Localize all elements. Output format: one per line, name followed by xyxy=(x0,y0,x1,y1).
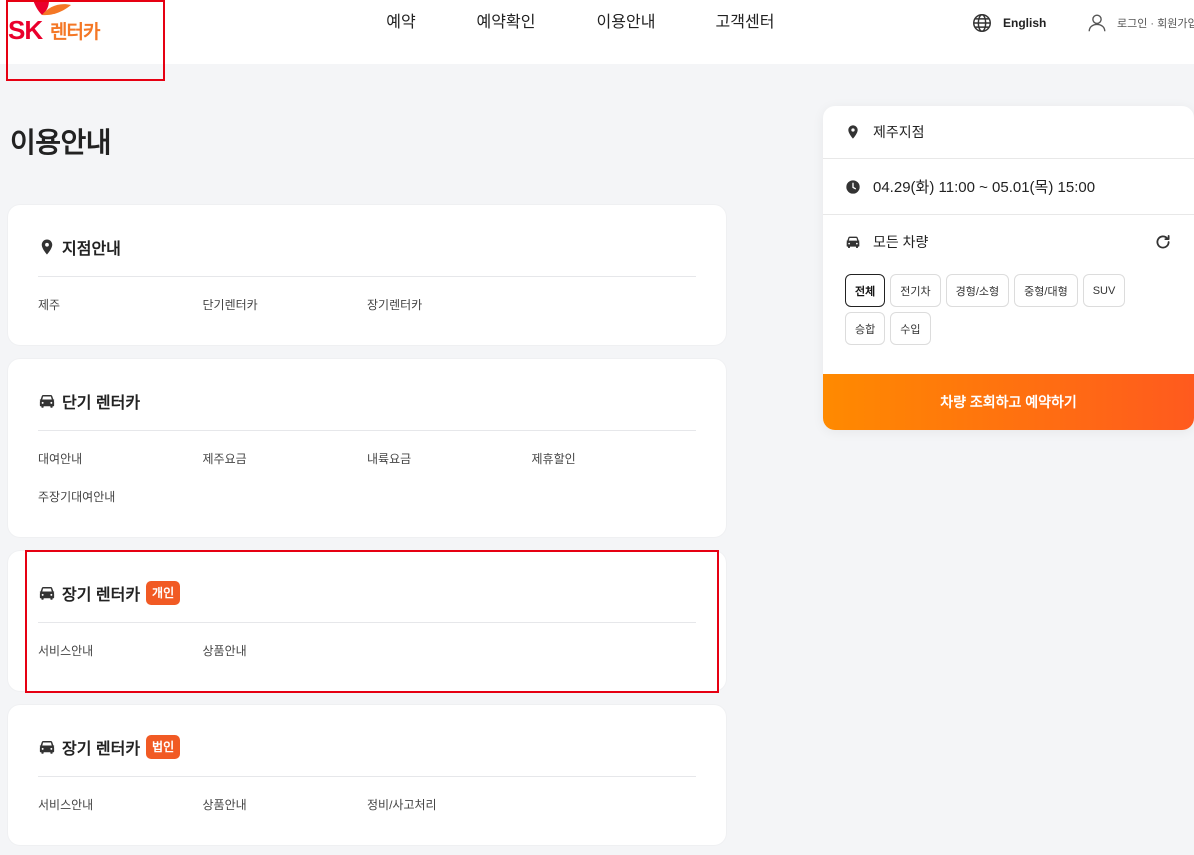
car-icon xyxy=(39,587,55,600)
rental-period-selector[interactable]: 04.29(화) 11:00 ~ 05.01(목) 15:00 xyxy=(823,159,1194,215)
logo-brand-text: 렌터카 xyxy=(50,22,100,43)
section-links: 서비스안내 상품안내 정비/사고처리 xyxy=(38,777,696,814)
link-service-guide[interactable]: 서비스안내 xyxy=(38,796,203,814)
link-partner-discount[interactable]: 제휴할인 xyxy=(532,450,697,468)
branch-selector[interactable]: 제주지점 xyxy=(823,106,1194,159)
language-label: English xyxy=(1003,16,1047,30)
language-switch[interactable]: English xyxy=(971,12,1046,34)
site-header: SK 렌터카 예약 예약확인 이용안내 고객센터 English 로그인 · 회… xyxy=(0,0,1194,64)
guide-sections: 지점안내 제주 단기렌터카 장기렌터카 단기 렌터카 대여안내 제주요금 내륙요… xyxy=(8,205,726,855)
vehicle-filter-label-group: 모든 차량 xyxy=(845,232,928,252)
car-icon xyxy=(846,236,860,248)
chip-midsize[interactable]: 중형/대형 xyxy=(1014,274,1078,307)
section-title-text: 장기 렌터카 xyxy=(62,587,141,604)
section-title: 지점안내 xyxy=(38,235,696,259)
chip-row: 전체 전기차 경형/소형 중형/대형 SUV xyxy=(845,274,1172,307)
section-links: 서비스안내 상품안내 xyxy=(38,623,696,660)
sk-rentacar-logo[interactable]: SK 렌터카 xyxy=(8,0,118,48)
chip-all[interactable]: 전체 xyxy=(845,274,886,307)
user-icon xyxy=(1088,14,1106,32)
nav-reservation-check[interactable]: 예약확인 xyxy=(477,13,536,33)
map-pin-icon xyxy=(41,239,53,255)
section-title-text: 단기 렌터카 xyxy=(62,395,141,412)
corporate-badge: 법인 xyxy=(146,735,181,759)
page-title: 이용안내 xyxy=(10,127,112,158)
nav-reservation[interactable]: 예약 xyxy=(386,13,415,33)
vehicle-filter: 모든 차량 전체 전기차 경형/소형 중형/대형 SUV 승합 수입 xyxy=(823,215,1194,374)
link-service-guide[interactable]: 서비스안내 xyxy=(38,642,203,660)
clock-icon xyxy=(846,179,860,194)
section-title-text: 지점안내 xyxy=(62,241,121,258)
refresh-icon[interactable] xyxy=(1154,233,1172,251)
section-title: 장기 렌터카 개인 xyxy=(38,581,696,605)
car-icon xyxy=(39,395,55,408)
link-jeju-rates[interactable]: 제주요금 xyxy=(203,450,368,468)
vehicle-type-chips: 전체 전기차 경형/소형 중형/대형 SUV 승합 수입 xyxy=(845,274,1172,345)
nav-usage-guide[interactable]: 이용안내 xyxy=(597,13,656,33)
chip-imported[interactable]: 수입 xyxy=(890,312,931,345)
vehicle-filter-label: 모든 차량 xyxy=(873,234,929,250)
link-rental-guide[interactable]: 대여안내 xyxy=(38,450,203,468)
section-card-long-term-personal: 장기 렌터카 개인 서비스안내 상품안내 xyxy=(8,551,726,691)
nav-customer-center[interactable]: 고객센터 xyxy=(716,13,775,33)
chip-van[interactable]: 승합 xyxy=(845,312,886,345)
vehicle-filter-header: 모든 차량 xyxy=(845,232,1172,252)
globe-icon xyxy=(973,14,991,32)
section-card-long-term-corporate: 장기 렌터카 법인 서비스안내 상품안내 정비/사고처리 xyxy=(8,705,726,845)
logo-sk-text: SK xyxy=(8,15,43,45)
personal-badge: 개인 xyxy=(146,581,181,605)
section-title: 단기 렌터카 xyxy=(38,389,696,413)
link-weekly-rental-guide[interactable]: 주장기대여안내 xyxy=(38,488,203,506)
login-signup-link[interactable]: 로그인 · 회원가입 xyxy=(1086,11,1194,35)
section-card-short-term: 단기 렌터카 대여안내 제주요금 내륙요금 제휴할인 주장기대여안내 xyxy=(8,359,726,537)
link-jeju[interactable]: 제주 xyxy=(38,296,203,314)
login-signup-label: 로그인 · 회원가입 xyxy=(1117,18,1194,30)
quick-booking-panel: 제주지점 04.29(화) 11:00 ~ 05.01(목) 15:00 모든 … xyxy=(823,106,1194,430)
section-title: 장기 렌터카 법인 xyxy=(38,735,696,759)
section-title-text: 장기 렌터카 xyxy=(62,741,141,758)
chip-compact[interactable]: 경형/소형 xyxy=(945,274,1010,307)
section-card-branch: 지점안내 제주 단기렌터카 장기렌터카 xyxy=(8,205,726,345)
map-pin-icon xyxy=(848,125,858,139)
chip-electric[interactable]: 전기차 xyxy=(890,274,941,307)
section-links: 대여안내 제주요금 내륙요금 제휴할인 주장기대여안내 xyxy=(38,431,696,506)
section-links: 제주 단기렌터카 장기렌터카 xyxy=(38,277,696,314)
car-icon xyxy=(39,741,55,754)
chip-suv[interactable]: SUV xyxy=(1082,274,1126,307)
link-maintenance-accident[interactable]: 정비/사고처리 xyxy=(367,796,532,814)
link-product-guide[interactable]: 상품안내 xyxy=(203,642,368,660)
link-product-guide[interactable]: 상품안내 xyxy=(203,796,368,814)
link-inland-rates[interactable]: 내륙요금 xyxy=(367,450,532,468)
link-short-term-branch[interactable]: 단기렌터카 xyxy=(203,296,368,314)
branch-value: 제주지점 xyxy=(873,124,925,140)
chip-row: 승합 수입 xyxy=(845,312,1172,345)
search-and-reserve-button[interactable]: 차량 조회하고 예약하기 xyxy=(823,374,1194,430)
link-long-term-branch[interactable]: 장기렌터카 xyxy=(367,296,532,314)
rental-period-value: 04.29(화) 11:00 ~ 05.01(목) 15:00 xyxy=(873,179,1096,196)
